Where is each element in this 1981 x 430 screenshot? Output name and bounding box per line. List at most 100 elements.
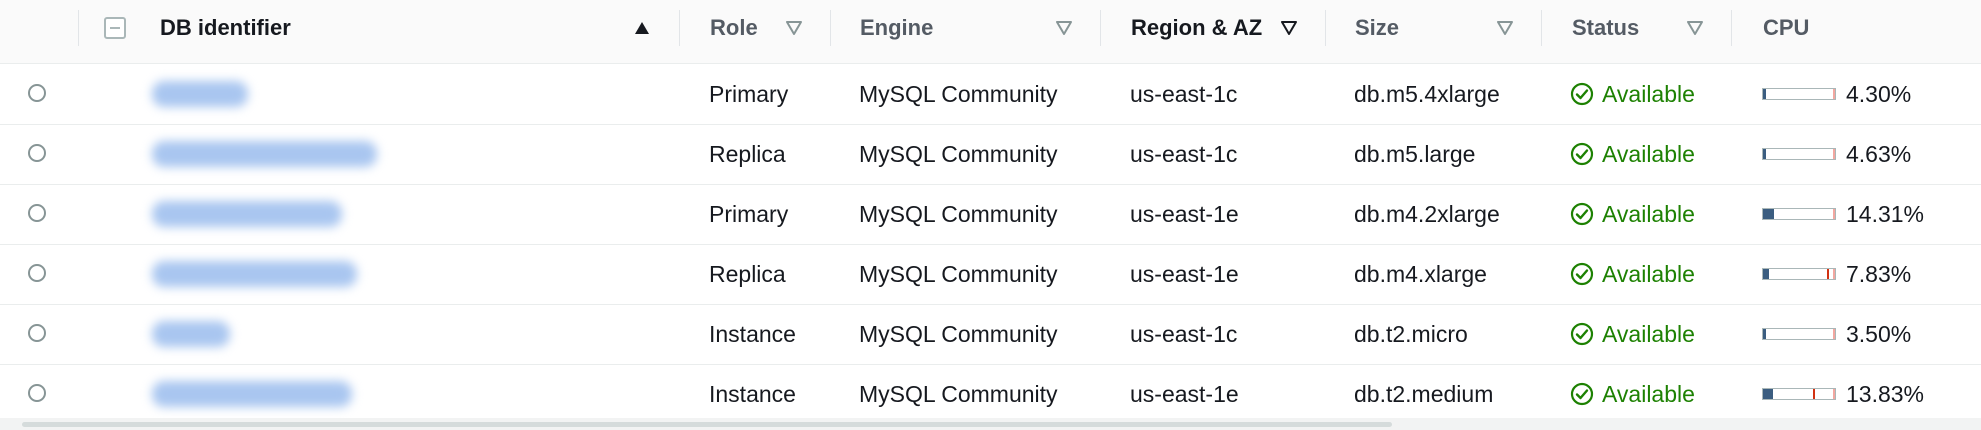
status-text: Available (1602, 80, 1695, 107)
cpu-utilization-bar (1762, 208, 1836, 220)
row-select-radio[interactable] (28, 384, 46, 402)
size-cell: db.m5.large (1354, 140, 1476, 167)
sort-caret-icon[interactable] (786, 20, 802, 36)
column-header-db-identifier[interactable]: DB identifier (160, 0, 291, 56)
region-az-cell: us-east-1c (1130, 320, 1238, 347)
column-divider (78, 10, 79, 46)
redacted-db-identifier (152, 201, 342, 227)
column-header-role[interactable]: Role (710, 0, 758, 56)
cpu-fill (1763, 329, 1766, 339)
engine-cell: MySQL Community (859, 260, 1058, 287)
cpu-value: 3.50% (1846, 320, 1912, 347)
region-az-cell: us-east-1e (1130, 260, 1239, 287)
cpu-utilization-bar (1762, 148, 1836, 160)
column-label: Status (1572, 15, 1640, 40)
engine-cell: MySQL Community (859, 80, 1058, 107)
table-header: DB identifier Role Engine Region & AZ Si… (0, 0, 1981, 64)
region-az-cell: us-east-1e (1130, 380, 1239, 407)
size-cell: db.m4.xlarge (1354, 260, 1487, 287)
role-cell: Replica (709, 140, 786, 167)
table-row[interactable]: Primary MySQL Community us-east-1e db.m4… (0, 184, 1981, 245)
role-cell: Primary (709, 200, 789, 227)
cpu-cell: 4.30% (1762, 64, 1911, 124)
column-label: Role (710, 15, 758, 40)
indeterminate-checkbox-icon (104, 17, 126, 39)
redacted-db-identifier (152, 141, 377, 167)
table-row[interactable]: Replica MySQL Community us-east-1e db.m4… (0, 244, 1981, 305)
engine-cell: MySQL Community (859, 200, 1058, 227)
sort-caret-icon[interactable] (1281, 20, 1297, 36)
row-select-radio[interactable] (28, 324, 46, 342)
engine-cell: MySQL Community (859, 380, 1058, 407)
region-az-cell: us-east-1c (1130, 140, 1238, 167)
check-circle-icon (1570, 382, 1594, 406)
cpu-bar-end-marker (1833, 329, 1835, 339)
cpu-threshold-marker (1813, 389, 1815, 399)
sort-caret-icon[interactable] (1497, 20, 1513, 36)
table-row[interactable]: Primary MySQL Community us-east-1c db.m5… (0, 64, 1981, 125)
role-cell: Instance (709, 320, 796, 347)
status-cell: Available (1570, 244, 1695, 304)
column-header-size[interactable]: Size (1355, 0, 1399, 56)
status-text: Available (1602, 320, 1695, 347)
sort-caret-icon[interactable] (1687, 20, 1703, 36)
size-cell: db.m4.2xlarge (1354, 200, 1500, 227)
cpu-value: 7.83% (1846, 260, 1912, 287)
row-select-radio[interactable] (28, 264, 46, 282)
redacted-db-identifier (152, 321, 230, 347)
region-az-cell: us-east-1c (1130, 80, 1238, 107)
cpu-bar-end-marker (1833, 209, 1835, 219)
cpu-value: 4.63% (1846, 140, 1912, 167)
column-label: Region & AZ (1131, 15, 1263, 40)
status-cell: Available (1570, 124, 1695, 184)
db-instances-table: DB identifier Role Engine Region & AZ Si… (0, 0, 1981, 430)
column-divider (1731, 10, 1732, 46)
status-text: Available (1602, 200, 1695, 227)
column-header-cpu[interactable]: CPU (1763, 0, 1809, 56)
cpu-utilization-bar (1762, 88, 1836, 100)
column-header-region-az[interactable]: Region & AZ (1131, 0, 1262, 56)
cpu-bar-end-marker (1833, 389, 1835, 399)
cpu-utilization-bar (1762, 328, 1836, 340)
redacted-db-identifier (152, 261, 357, 287)
cpu-utilization-bar (1762, 268, 1836, 280)
status-cell: Available (1570, 184, 1695, 244)
cpu-fill (1763, 89, 1766, 99)
table-row[interactable]: Replica MySQL Community us-east-1c db.m5… (0, 124, 1981, 185)
row-select-radio[interactable] (28, 204, 46, 222)
check-circle-icon (1570, 202, 1594, 226)
table-row[interactable]: Instance MySQL Community us-east-1e db.t… (0, 364, 1981, 425)
cpu-fill (1763, 389, 1773, 399)
sort-ascending-icon[interactable] (634, 20, 650, 36)
cpu-cell: 13.83% (1762, 364, 1924, 424)
column-header-engine[interactable]: Engine (860, 0, 933, 56)
size-cell: db.m5.4xlarge (1354, 80, 1500, 107)
column-label: Engine (860, 15, 934, 40)
cpu-threshold-marker (1827, 269, 1829, 279)
check-circle-icon (1570, 322, 1594, 346)
cpu-cell: 7.83% (1762, 244, 1911, 304)
status-cell: Available (1570, 64, 1695, 124)
select-all-checkbox[interactable] (104, 0, 126, 56)
cpu-fill (1763, 209, 1774, 219)
cpu-cell: 14.31% (1762, 184, 1924, 244)
engine-cell: MySQL Community (859, 320, 1058, 347)
role-cell: Replica (709, 260, 786, 287)
row-select-radio[interactable] (28, 84, 46, 102)
cpu-value: 14.31% (1846, 200, 1925, 227)
column-header-status[interactable]: Status (1572, 0, 1639, 56)
row-select-radio[interactable] (28, 144, 46, 162)
region-az-cell: us-east-1e (1130, 200, 1239, 227)
cpu-bar-end-marker (1833, 149, 1835, 159)
sort-caret-icon[interactable] (1056, 20, 1072, 36)
check-circle-icon (1570, 142, 1594, 166)
column-divider (1100, 10, 1101, 46)
scrollbar-thumb[interactable] (22, 422, 1392, 427)
horizontal-scrollbar[interactable] (0, 418, 1981, 430)
status-text: Available (1602, 260, 1695, 287)
size-cell: db.t2.medium (1354, 380, 1494, 407)
cpu-cell: 4.63% (1762, 124, 1911, 184)
redacted-db-identifier (152, 381, 352, 407)
table-row[interactable]: Instance MySQL Community us-east-1c db.t… (0, 304, 1981, 365)
status-cell: Available (1570, 364, 1695, 424)
